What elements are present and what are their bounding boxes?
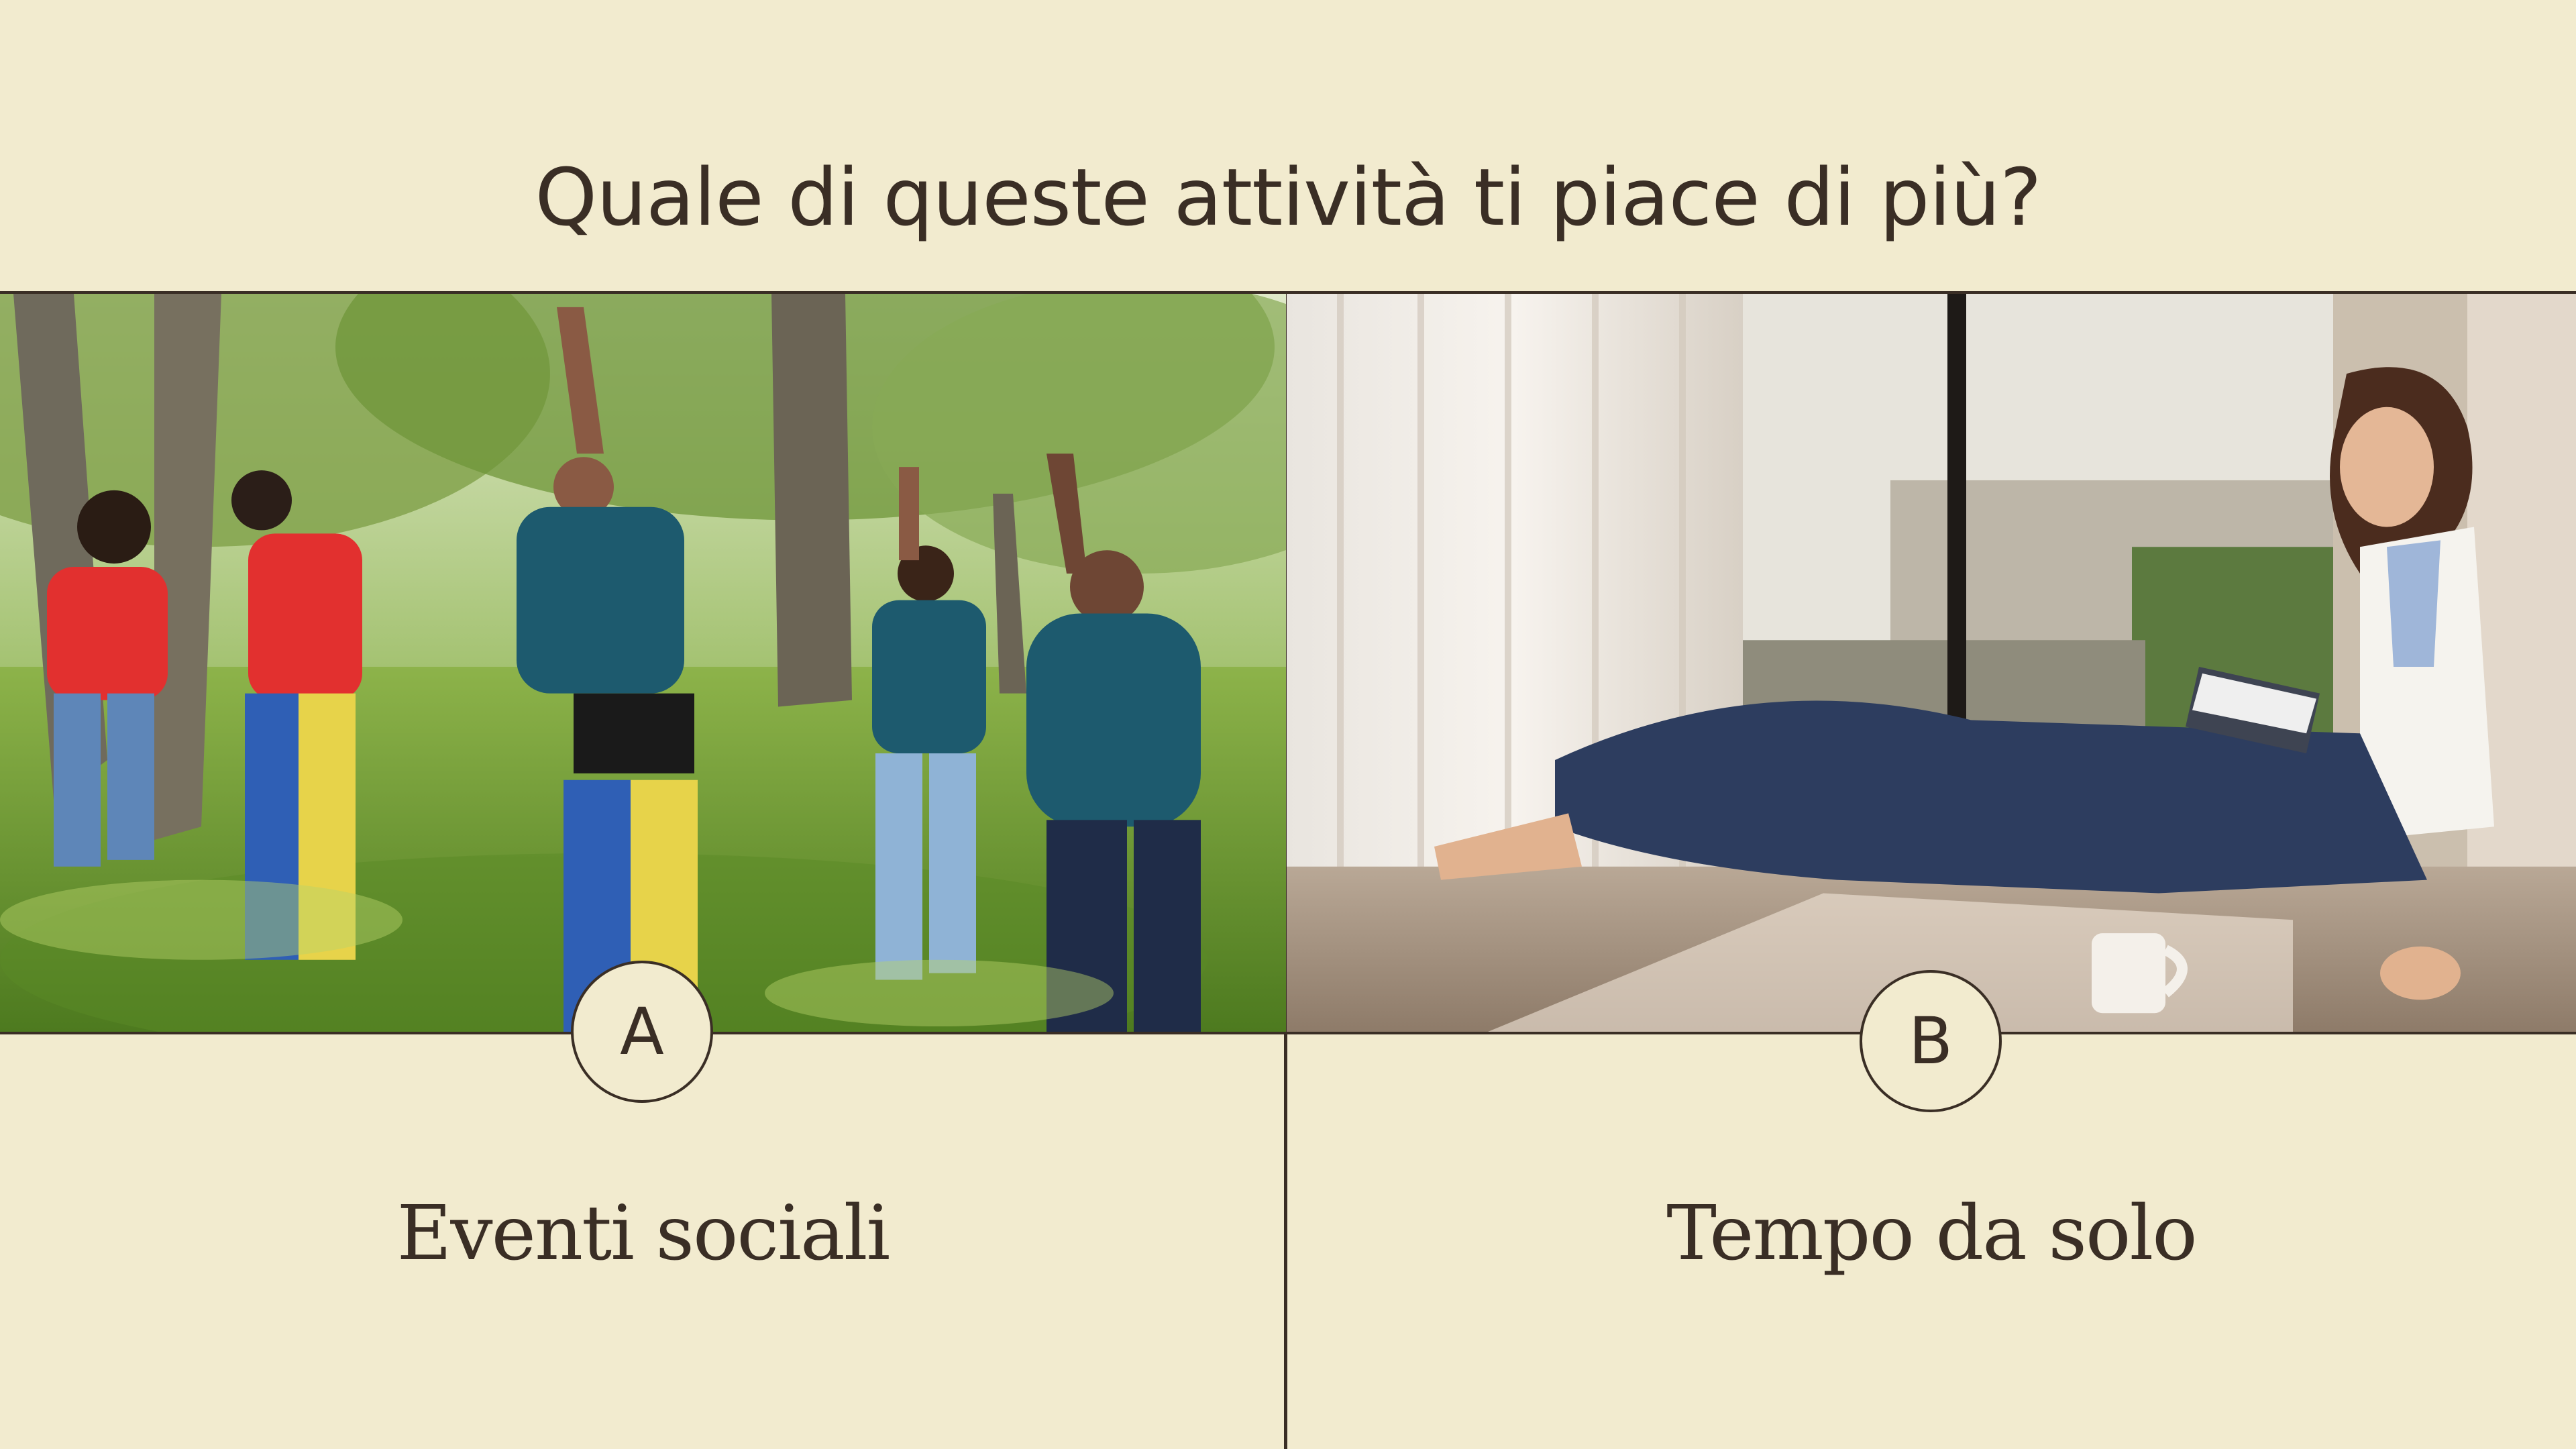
question-title: Quale di queste attività ti piace di più… [535,151,2041,244]
woman-reading-image [1287,294,2576,1032]
option-b-badge[interactable]: B [1860,970,2002,1112]
option-a-badge[interactable]: A [571,961,713,1103]
option-a-photo[interactable] [0,291,1286,1034]
park-group-image [0,294,1286,1032]
option-b-label[interactable]: Tempo da solo [1287,1190,2576,1277]
option-b-card[interactable]: B Tempo da solo [1287,291,2576,1449]
option-a-card[interactable]: A Eventi sociali [0,291,1286,1449]
option-a-label[interactable]: Eventi sociali [0,1190,1286,1277]
option-b-photo[interactable] [1287,291,2576,1034]
